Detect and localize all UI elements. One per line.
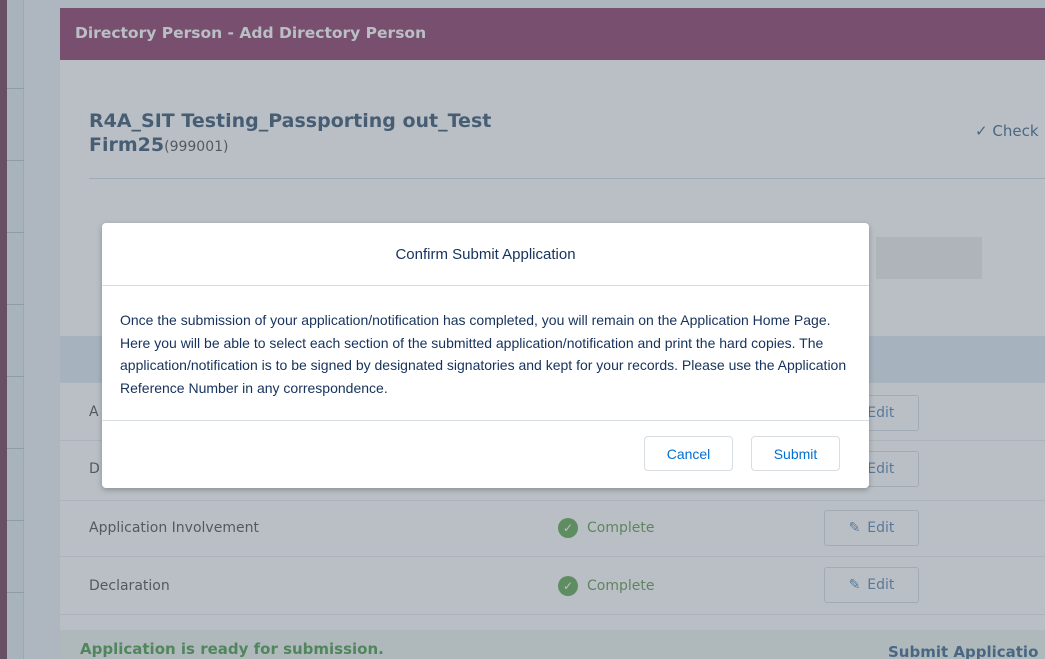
dialog-footer: Cancel Submit [102,421,869,487]
submit-button[interactable]: Submit [751,436,840,471]
dialog-title: Confirm Submit Application [395,245,576,263]
confirm-submit-dialog: Confirm Submit Application Once the subm… [102,223,869,488]
cancel-button[interactable]: Cancel [644,436,733,471]
dialog-body: Once the submission of your application/… [102,286,869,421]
dialog-header: Confirm Submit Application [102,223,869,286]
